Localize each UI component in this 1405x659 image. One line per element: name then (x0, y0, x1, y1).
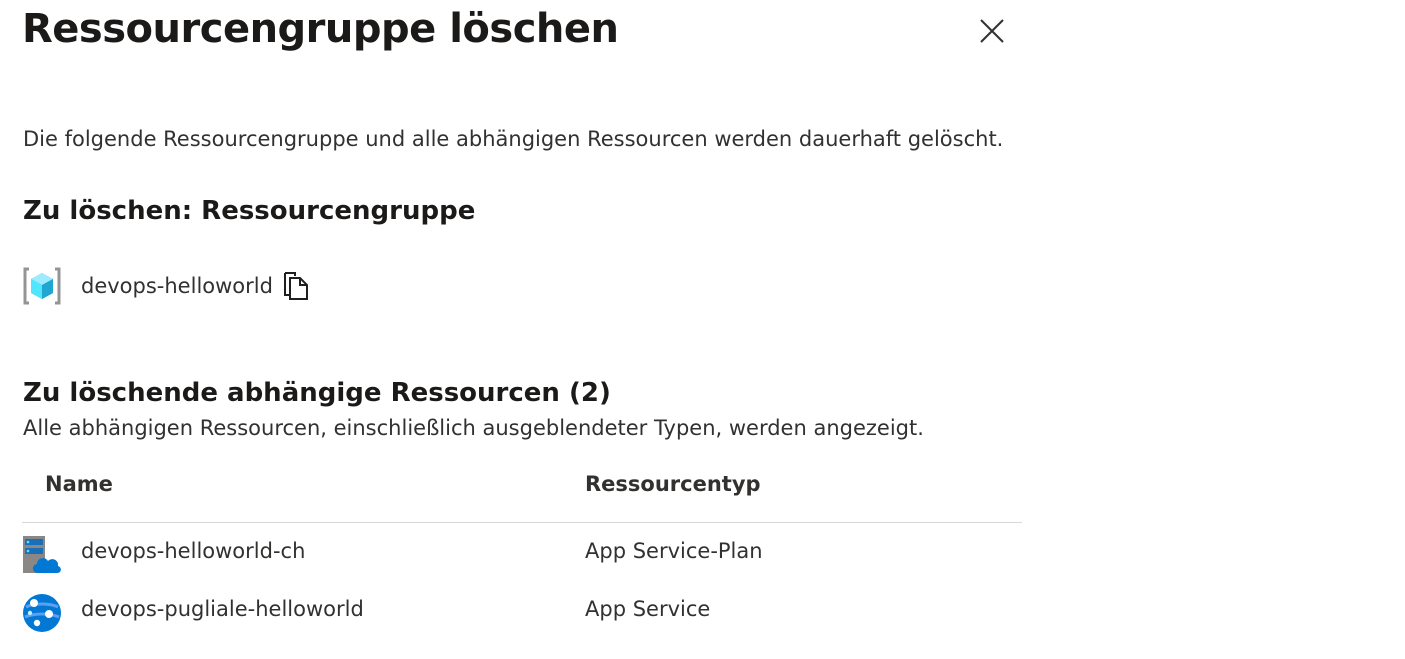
app-service-icon (23, 594, 61, 632)
row-name[interactable]: devops-pugliale-helloworld (81, 597, 364, 621)
close-button[interactable] (972, 11, 1012, 51)
table-row: devops-pugliale-helloworld App Service (22, 581, 1022, 639)
row-type: App Service-Plan (585, 539, 763, 563)
table-header: Name Ressourcentyp (22, 462, 1022, 523)
resource-group-item: devops-helloworld (22, 266, 311, 306)
dependent-resources-table: Name Ressourcentyp devops-helloworld-ch … (22, 462, 1022, 639)
dependent-resources-subtitle: Alle abhängigen Ressourcen, einschließli… (23, 416, 924, 440)
row-type: App Service (585, 597, 711, 621)
close-icon (980, 19, 1004, 43)
row-name[interactable]: devops-helloworld-ch (81, 539, 305, 563)
app-service-plan-icon (23, 536, 61, 573)
copy-icon (283, 272, 308, 300)
column-header-type[interactable]: Ressourcentyp (585, 472, 761, 496)
resource-group-name: devops-helloworld (81, 274, 273, 298)
table-row: devops-helloworld-ch App Service-Plan (22, 523, 1022, 581)
copy-button[interactable] (281, 270, 311, 302)
resource-group-icon (23, 267, 61, 305)
dialog-title: Ressourcengruppe löschen (22, 6, 619, 52)
dialog-description: Die folgende Ressourcengruppe und alle a… (23, 127, 1004, 151)
column-header-name[interactable]: Name (45, 472, 113, 496)
resource-group-heading: Zu löschen: Ressourcengruppe (23, 196, 476, 226)
delete-resource-group-dialog: Ressourcengruppe löschen Die folgende Re… (0, 0, 1405, 659)
dependent-resources-heading: Zu löschende abhängige Ressourcen (2) (23, 378, 611, 408)
